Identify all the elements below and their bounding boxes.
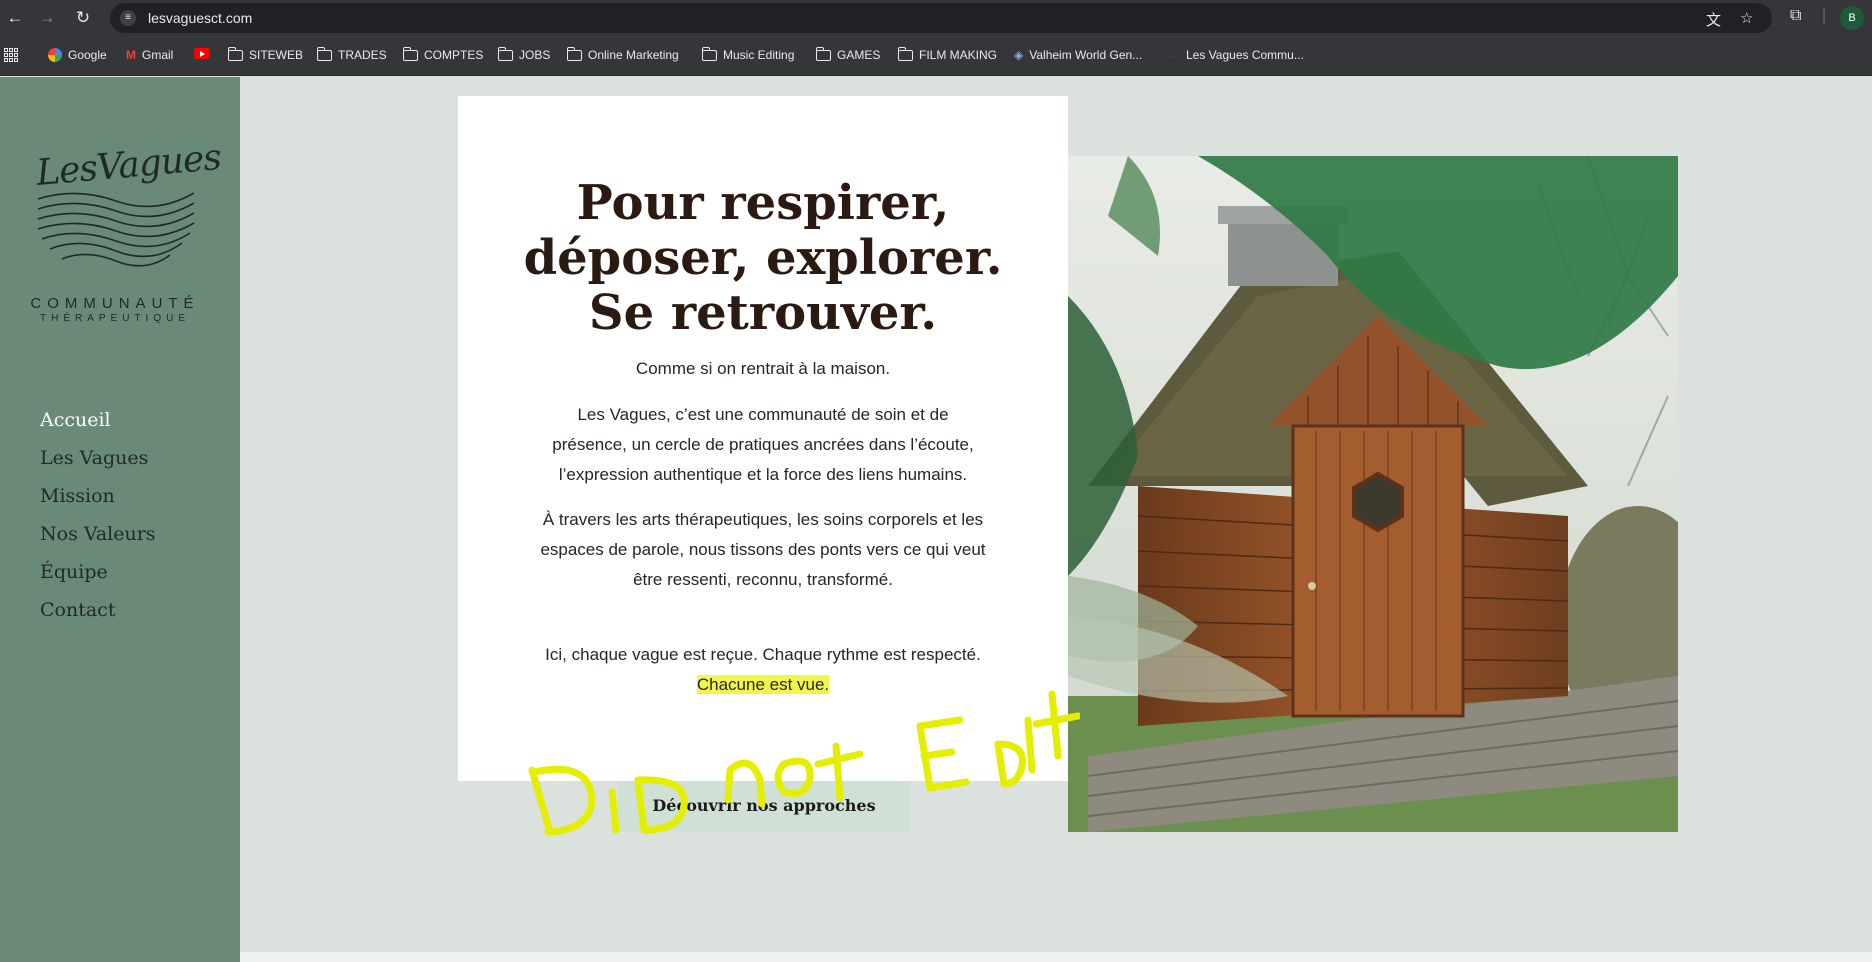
bookmark-gmail[interactable]: M Gmail [126,48,173,62]
folder-icon [815,46,831,61]
bookmark-jobs[interactable]: JOBS [497,46,550,62]
apps-grid-icon[interactable] [4,48,18,62]
bookmarks-bar: Google M Gmail SITEWEB TRADES COMPTES JOB… [0,36,1872,76]
nav-accueil[interactable]: Accueil [40,409,111,431]
headline-line: déposer, explorer. [523,230,1003,286]
bookmark-games[interactable]: GAMES [815,46,880,62]
nav-equipe[interactable]: Équipe [40,561,108,583]
nav-contact[interactable]: Contact [40,599,115,621]
logo-line-therapeutique: THÉRAPEUTIQUE [39,313,190,324]
logo-waves-icon [37,192,195,267]
site-info-icon[interactable]: ≡ [120,10,136,26]
discover-approaches-button[interactable]: Découvrir nos approches [618,781,910,831]
forward-icon[interactable]: → [36,7,58,29]
reload-icon[interactable]: ↻ [72,7,94,29]
bookmark-comptes[interactable]: COMPTES [402,46,483,62]
bookmark-music-editing[interactable]: Music Editing [701,46,794,62]
folder-icon [402,46,418,61]
folder-icon [566,46,582,61]
hero-paragraph-1: Les Vagues, c’est une communauté de soin… [552,405,974,484]
bookmark-valheim[interactable]: ◈ Valheim World Gen... [1014,48,1142,62]
profile-avatar[interactable]: B [1840,6,1864,30]
toolbar-divider: | [1822,7,1827,24]
page-footer-edge [240,952,1872,962]
url-text[interactable]: lesvaguesct.com [148,10,252,26]
bookmark-film-making[interactable]: FILM MAKING [897,46,997,62]
bookmark-trades[interactable]: TRADES [316,46,387,62]
folder-icon [701,46,717,61]
back-icon[interactable]: ← [4,7,26,29]
bookmark-youtube[interactable] [194,48,210,59]
bookmark-online-marketing[interactable]: Online Marketing [566,46,679,62]
browser-toolbar: ← → ↻ ≡ lesvaguesct.com 文 ☆ ⧉ | B [0,0,1872,36]
hero-paragraph-2: À travers les arts thérapeutiques, les s… [540,510,986,589]
hero-card: Pour respirer, déposer, explorer. Se ret… [458,96,1068,781]
nav-nos-valeurs[interactable]: Nos Valeurs [40,523,156,545]
folder-icon [316,46,332,61]
address-bar[interactable]: ≡ lesvaguesct.com 文 ☆ [110,3,1772,33]
site-sidebar: LesVagues COMMUNAUTÉ THÉRAPEUTIQUE Accue… [0,77,240,962]
paragraph-3-text: Ici, chaque vague est reçue. Chaque ryth… [545,645,981,664]
extensions-icon[interactable]: ⧉ [1790,7,1801,25]
bookmark-les-vagues[interactable]: — Les Vagues Commu... [1168,48,1304,62]
bookmark-star-icon[interactable]: ☆ [1740,9,1753,27]
headline-line: Pour respirer, [576,175,950,231]
bookmark-siteweb[interactable]: SITEWEB [227,46,303,62]
logo-line-communaute: COMMUNAUTÉ [30,295,200,312]
hero-headline: Pour respirer, déposer, explorer. Se ret… [508,176,1018,341]
les-vagues-favicon: — [1168,48,1180,62]
nav-les-vagues[interactable]: Les Vagues [40,447,148,469]
cabin-photo [1068,156,1678,832]
valheim-icon: ◈ [1014,48,1024,62]
folder-icon [497,46,513,61]
folder-icon [897,46,913,61]
google-icon [48,48,62,62]
headline-line: Se retrouver. [588,285,938,341]
gmail-icon: M [126,48,136,62]
bookmark-google[interactable]: Google [48,48,107,62]
hero-paragraph-3: Ici, chaque vague est reçue. Chaque ryth… [538,640,988,700]
nav-mission[interactable]: Mission [40,485,115,507]
youtube-icon [194,48,210,59]
hero-tagline: Comme si on rentrait à la maison. [635,359,891,378]
translate-icon[interactable]: 文 [1706,9,1721,30]
highlighted-text: Chacune est vue. [696,675,830,694]
folder-icon [227,46,243,61]
